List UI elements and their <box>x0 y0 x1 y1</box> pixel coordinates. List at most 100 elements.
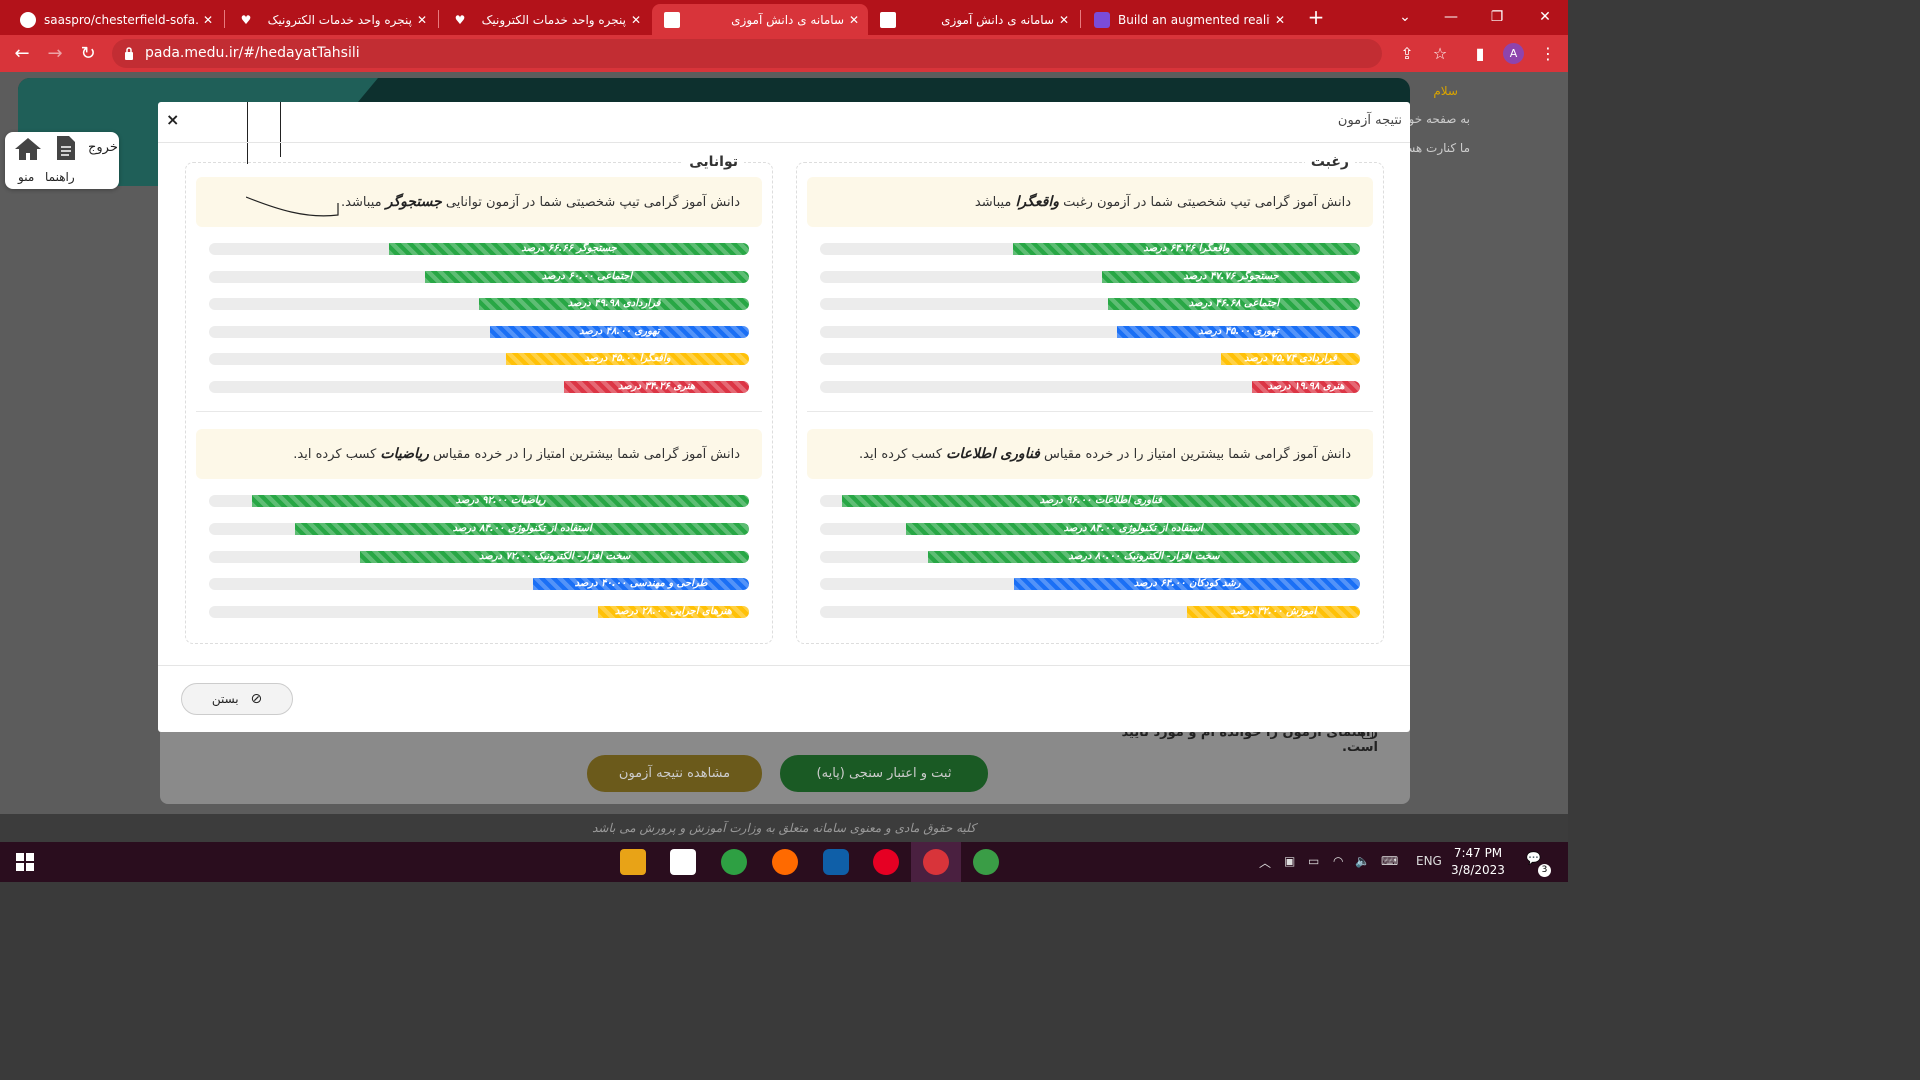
interest-progress-fill: واقعگرا ۶۴.۲۶ درصد <box>1013 243 1360 255</box>
browser-tab[interactable]: Build an augmented reality ✕ <box>1082 4 1294 35</box>
interest-progress-bar: واقعگرا ۶۴.۲۶ درصد <box>820 243 1360 255</box>
browser-tab-active[interactable]: سامانه ی دانش آموزی ✕ <box>652 4 868 35</box>
tab-title: پنجره واحد خدمات الکترونیک <box>267 12 412 27</box>
browser-tab-bar: saaspro/chesterfield-sofa.gl ✕ ♥ پنجره و… <box>0 0 1568 35</box>
profile-avatar[interactable]: A <box>1503 43 1524 64</box>
menu-link[interactable]: منو <box>18 170 34 184</box>
guide-link[interactable]: راهنما <box>45 170 75 184</box>
app-icon[interactable] <box>823 849 849 875</box>
interest-top-scale: فناوری اطلاعات <box>946 446 1040 462</box>
tab-search-icon[interactable]: ⌄ <box>1390 4 1420 30</box>
volume-icon[interactable]: 🔈 <box>1355 854 1370 868</box>
ability-scale-progress-fill: هنرهای اجرایی ۲۸.۰۰ درصد <box>597 606 749 619</box>
ability-progress-fill: جستجوگر ۶۶.۶۶ درصد <box>389 243 749 255</box>
ability-legend: توانایی <box>683 154 744 170</box>
browser-tab[interactable]: saaspro/chesterfield-sofa.gl ✕ <box>8 4 222 35</box>
interest-progress-bar: اجتماعی ۴۶.۶۸ درصد <box>820 298 1360 311</box>
store-icon[interactable] <box>670 849 696 875</box>
tab-close-icon[interactable]: ✕ <box>198 13 218 27</box>
browser-tab[interactable]: سامانه ی دانش آموزی ✕ <box>868 4 1078 35</box>
browser-tab[interactable]: ♥ پنجره واحد خدمات الکترونیک ✕ <box>440 4 650 35</box>
sidebar-icon[interactable]: ▮ <box>1469 43 1491 65</box>
tab-title: saaspro/chesterfield-sofa.gl <box>44 12 198 27</box>
minimize-icon[interactable]: — <box>1436 4 1466 30</box>
greeting: سلام <box>1433 84 1458 98</box>
pinterest-icon[interactable] <box>873 849 899 875</box>
close-button-label: بستن <box>211 692 239 706</box>
welcome-text: به صفحه خو <box>1408 112 1470 126</box>
language-indicator[interactable]: ENG <box>1416 854 1442 868</box>
battery-icon[interactable]: ▭ <box>1308 854 1319 868</box>
ability-progress-bar: اجتماعی ۶۰.۰۰ درصد <box>209 270 749 283</box>
globe-app-icon[interactable] <box>973 849 999 875</box>
ability-scale-progress-fill: استفاده از تکنولوژی ۸۴.۰۰ درصد <box>295 522 749 535</box>
more-menu-icon[interactable]: ⋮ <box>1537 43 1559 65</box>
browser-tab[interactable]: ♥ پنجره واحد خدمات الکترونیک ✕ <box>226 4 436 35</box>
tab-close-icon[interactable]: ✕ <box>1270 13 1290 27</box>
ability-type: جستجوگر <box>385 194 442 210</box>
document-icon <box>664 11 680 28</box>
reload-icon[interactable]: ↻ <box>77 43 99 65</box>
file-explorer-icon[interactable] <box>620 849 646 875</box>
interest-progress-fill: جستجوگر ۴۷.۷۶ درصد <box>1102 270 1360 283</box>
interest-progress-bar: تهوری ۴۵.۰۰ درصد <box>820 325 1360 338</box>
register-validate-button[interactable]: ثبت و اعتبار سنجی (پایه) <box>780 755 988 792</box>
interest-scale-progress-fill: رشد کودکان ۶۴.۰۰ درصد <box>1014 578 1360 591</box>
notification-icon[interactable]: 💬 <box>1526 851 1541 865</box>
soundcloud-icon[interactable] <box>772 849 798 875</box>
ability-progress-bar: قراردادی ۴۹.۹۸ درصد <box>209 298 749 311</box>
ability-progress-bar: واقعگرا ۴۵.۰۰ درصد <box>209 353 749 366</box>
tab-close-icon[interactable]: ✕ <box>1054 13 1074 27</box>
tray-chevron-icon[interactable]: ︿ <box>1259 854 1271 871</box>
url-text: pada.medu.ir/#/hedayatTahsili <box>145 45 360 61</box>
footer-copyright: کلیه حقوق مادی و معنوی سامانه متعلق به و… <box>0 814 1568 842</box>
system-clock[interactable]: 7:47 PM 3/8/2023 <box>1448 845 1508 879</box>
home-icon[interactable] <box>13 136 43 162</box>
pen-scribble <box>246 196 339 217</box>
tab-close-icon[interactable]: ✕ <box>626 13 646 27</box>
message-text: میباشد. <box>340 195 382 210</box>
tab-close-icon[interactable]: ✕ <box>844 13 864 27</box>
interest-scale-progress-bar: سخت افزار- الکترونیک ۸۰.۰۰ درصد <box>820 550 1360 563</box>
share-icon[interactable]: ⇪ <box>1396 43 1418 65</box>
close-modal-button[interactable]: بستن ⊘ <box>181 683 293 715</box>
support-text: ما کنارت هس <box>1400 141 1470 155</box>
interest-scale-progress-bar: فناوری اطلاعات ۹۶.۰۰ درصد <box>820 495 1360 507</box>
ability-scale-progress-bar: سخت افزار- الکترونیک ۷۲.۰۰ درصد <box>209 550 749 563</box>
interest-scale-progress-fill: فناوری اطلاعات ۹۶.۰۰ درصد <box>841 495 1360 507</box>
interest-scale-progress-bar: آموزش ۳۲.۰۰ درصد <box>820 606 1360 619</box>
forward-icon[interactable]: → <box>44 43 66 65</box>
ability-progress-fill: هنری ۳۴.۲۶ درصد <box>564 381 749 393</box>
restore-icon[interactable]: ❐ <box>1482 4 1512 30</box>
bookmark-star-icon[interactable]: ☆ <box>1429 43 1451 65</box>
interest-progress-fill: تهوری ۴۵.۰۰ درصد <box>1117 325 1360 338</box>
clock-date: 3/8/2023 <box>1451 863 1505 877</box>
ability-top-scale: ریاضیات <box>380 446 429 462</box>
view-result-button[interactable]: مشاهده نتیجه آزمون <box>587 755 762 792</box>
app-logo-icon <box>1094 11 1110 28</box>
back-icon[interactable]: ← <box>11 43 33 65</box>
ability-scale-progress-fill: سخت افزار- الکترونیک ۷۲.۰۰ درصد <box>360 550 749 563</box>
exit-link[interactable]: خروج <box>88 140 118 155</box>
chrome-active-icon[interactable] <box>923 849 949 875</box>
tab-close-icon[interactable]: ✕ <box>412 13 432 27</box>
url-input[interactable]: pada.medu.ir/#/hedayatTahsili <box>112 39 1382 68</box>
keyboard-icon[interactable]: ⌨ <box>1381 854 1398 868</box>
interest-progress-fill: هنری ۱۹.۹۸ درصد <box>1252 381 1360 393</box>
message-text: دانش آموز گرامی شما بیشترین امتیاز را در… <box>1044 447 1351 462</box>
document-icon[interactable] <box>55 135 77 161</box>
interest-progress-fill: اجتماعی ۴۶.۶۸ درصد <box>1107 298 1360 311</box>
message-text: کسب کرده اید. <box>859 447 943 462</box>
chrome-icon[interactable] <box>721 849 747 875</box>
windows-start-icon[interactable] <box>16 853 34 871</box>
interest-scale-progress-fill: سخت افزار- الکترونیک ۸۰.۰۰ درصد <box>928 550 1360 563</box>
tab-title: پنجره واحد خدمات الکترونیک <box>481 12 626 27</box>
modal-close-icon[interactable]: × <box>166 110 179 129</box>
close-window-icon[interactable]: ✕ <box>1530 4 1560 30</box>
new-tab-button[interactable]: + <box>1305 6 1327 28</box>
ability-scale-progress-bar: ریاضیات ۹۲.۰۰ درصد <box>209 495 749 507</box>
ability-progress-bar: تهوری ۴۸.۰۰ درصد <box>209 325 749 338</box>
wifi-icon[interactable]: ◠ <box>1333 854 1343 868</box>
message-text: کسب کرده اید. <box>293 447 377 462</box>
tray-device-icon[interactable]: ▣ <box>1284 854 1295 868</box>
